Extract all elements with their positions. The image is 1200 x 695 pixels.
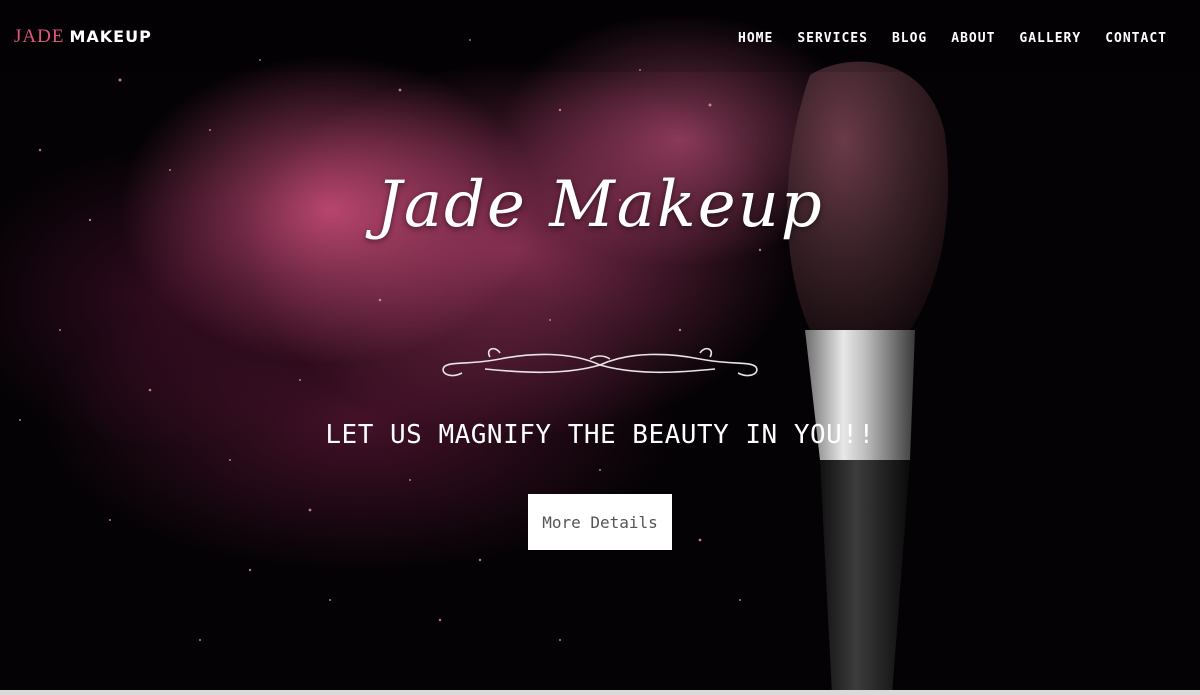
hero-title: Jade Makeup: [376, 168, 824, 242]
nav-blog[interactable]: BLOG: [892, 31, 927, 47]
nav-contact[interactable]: CONTACT: [1105, 31, 1167, 47]
nav-services[interactable]: SERVICES: [797, 31, 868, 47]
nav-gallery[interactable]: GALLERY: [1019, 31, 1081, 47]
hero-section: JADE MAKEUP HOME SERVICES BLOG ABOUT GALL…: [0, 0, 1200, 695]
brand-logo-jade: JADE: [14, 26, 65, 47]
top-navbar: JADE MAKEUP HOME SERVICES BLOG ABOUT GALL…: [0, 0, 1200, 72]
brand-logo-makeup: MAKEUP: [69, 27, 152, 46]
nav-home[interactable]: HOME: [738, 31, 773, 47]
ornamental-flourish-divider: [442, 347, 758, 377]
nav-about[interactable]: ABOUT: [951, 31, 995, 47]
main-nav: HOME SERVICES BLOG ABOUT GALLERY CONTACT: [714, 31, 1167, 47]
hero-tagline: LET US MAGNIFY THE BEAUTY IN YOU!!: [325, 420, 875, 450]
makeup-brush-image: [787, 61, 949, 695]
more-details-button[interactable]: More Details: [528, 494, 672, 550]
brand-logo[interactable]: JADE MAKEUP: [14, 26, 152, 48]
window-bottom-edge: [0, 690, 1200, 695]
